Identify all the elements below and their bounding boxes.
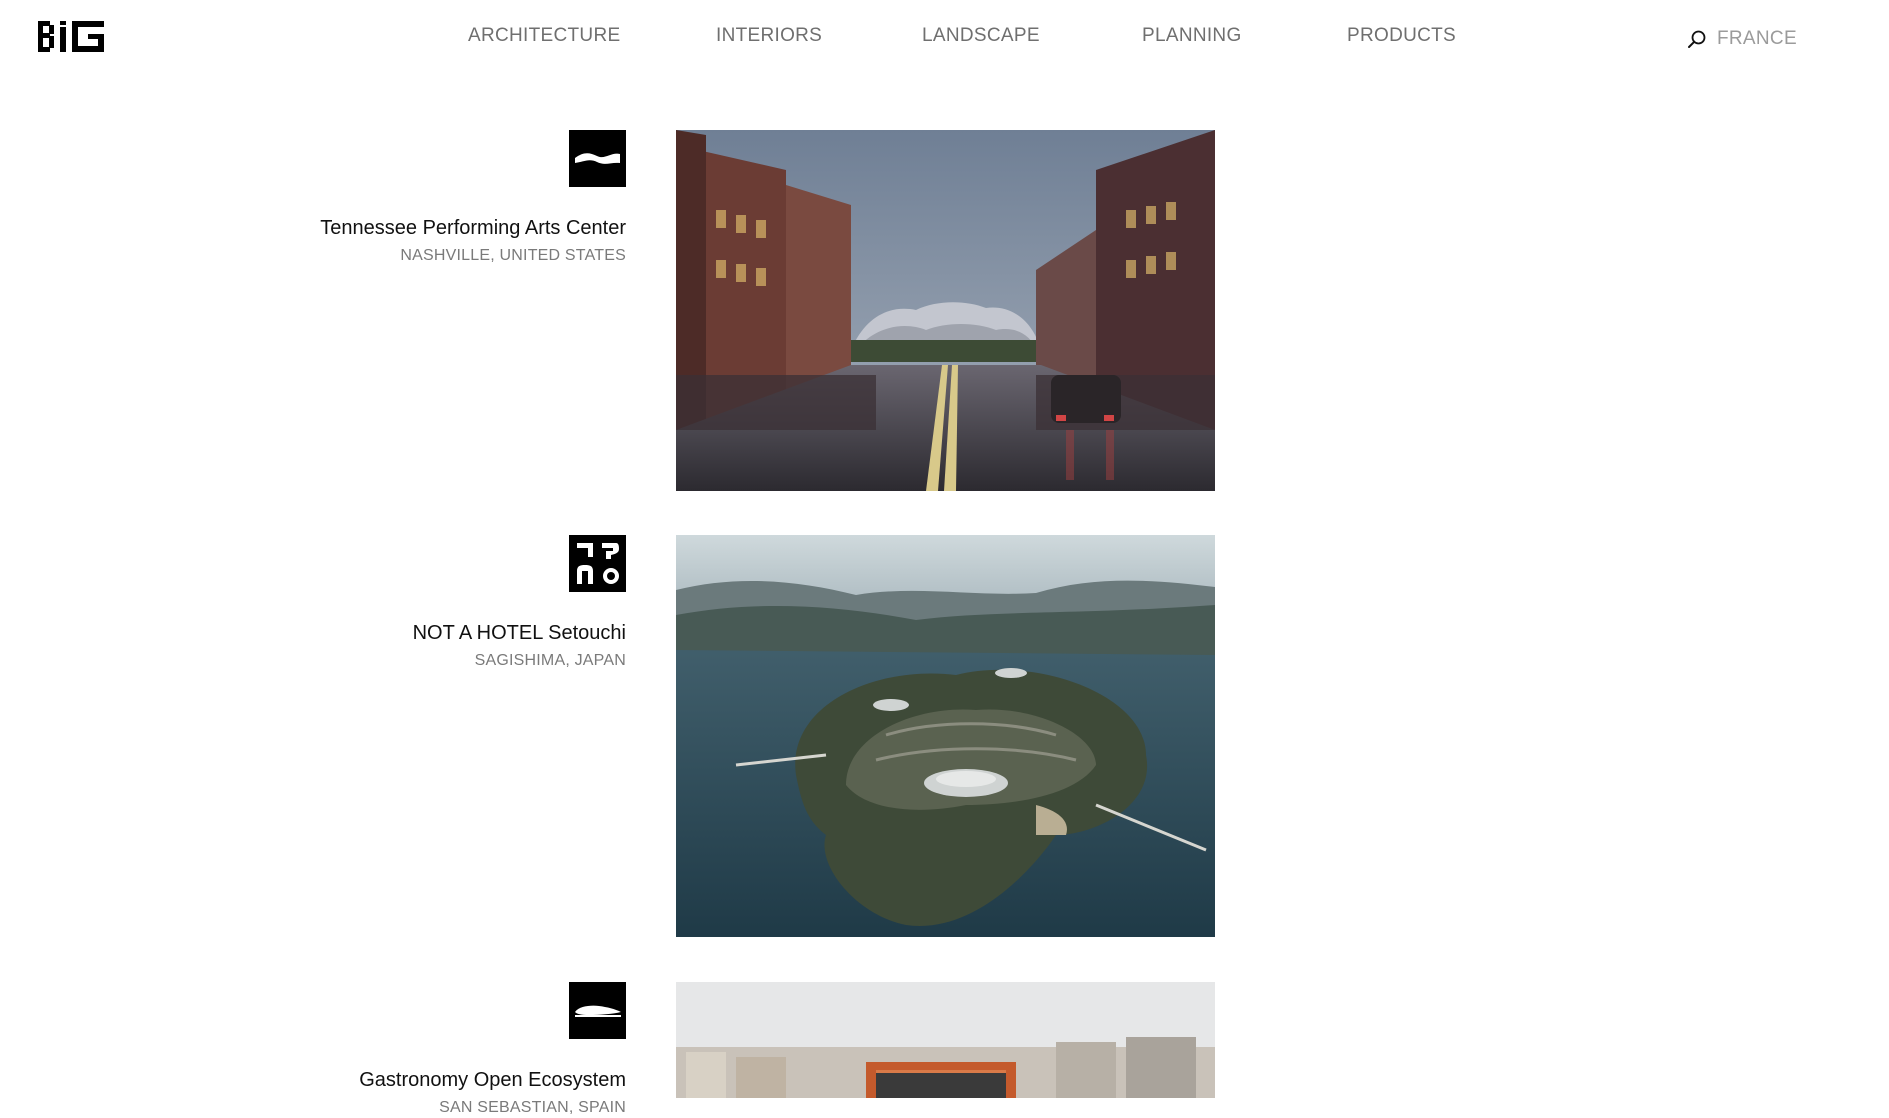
search-bar bbox=[1687, 27, 1847, 51]
nav-architecture[interactable]: ARCHITECTURE bbox=[468, 25, 620, 47]
project-title[interactable]: Gastronomy Open Ecosystem bbox=[206, 1068, 626, 1092]
project-item[interactable]: Tennessee Performing Arts Center NASHVIL… bbox=[0, 130, 1889, 495]
wave-pictogram-icon[interactable] bbox=[569, 130, 626, 187]
project-location: SAN SEBASTIAN, SPAIN bbox=[439, 1099, 626, 1116]
boat-pictogram-icon[interactable] bbox=[569, 982, 626, 1039]
project-title[interactable]: Tennessee Performing Arts Center bbox=[206, 216, 626, 240]
main-nav: ARCHITECTURE INTERIORS LANDSCAPE PLANNIN… bbox=[0, 0, 1889, 80]
project-item[interactable]: NOT A HOTEL Setouchi SAGISHIMA, JAPAN bbox=[0, 535, 1889, 945]
project-location: NASHVILLE, UNITED STATES bbox=[400, 247, 626, 264]
island-aerial-photo[interactable] bbox=[676, 535, 1215, 937]
project-meta: NOT A HOTEL Setouchi SAGISHIMA, JAPAN bbox=[206, 535, 626, 671]
not-a-hotel-glyph-icon[interactable] bbox=[569, 535, 626, 592]
search-input[interactable] bbox=[1717, 28, 1827, 50]
nav-products[interactable]: PRODUCTS bbox=[1347, 25, 1456, 47]
city-building-photo[interactable] bbox=[676, 982, 1215, 1098]
search-icon[interactable] bbox=[1687, 29, 1707, 49]
nav-interiors[interactable]: INTERIORS bbox=[716, 25, 822, 47]
project-title[interactable]: NOT A HOTEL Setouchi bbox=[206, 621, 626, 645]
street-rendering-photo[interactable] bbox=[676, 130, 1215, 491]
project-meta: Tennessee Performing Arts Center NASHVIL… bbox=[206, 130, 626, 266]
project-location: SAGISHIMA, JAPAN bbox=[474, 652, 626, 669]
site-header: ARCHITECTURE INTERIORS LANDSCAPE PLANNIN… bbox=[0, 0, 1889, 80]
nav-planning[interactable]: PLANNING bbox=[1142, 25, 1242, 47]
nav-landscape[interactable]: LANDSCAPE bbox=[922, 25, 1040, 47]
project-item[interactable]: Gastronomy Open Ecosystem SAN SEBASTIAN,… bbox=[0, 982, 1889, 1116]
